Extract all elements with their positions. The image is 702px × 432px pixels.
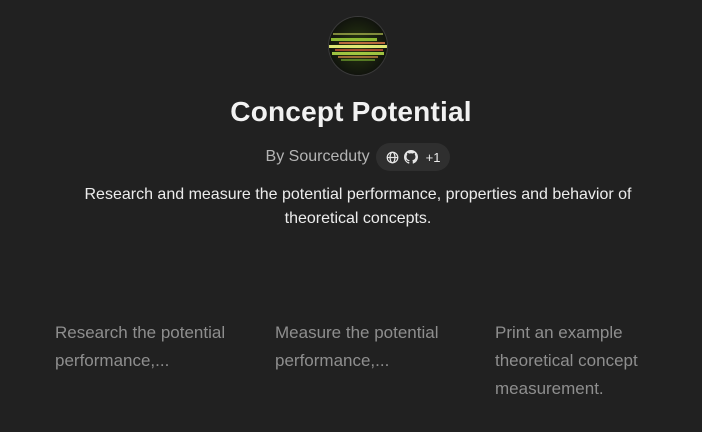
more-links-count: +1 xyxy=(425,149,441,165)
github-icon xyxy=(403,150,418,164)
starter-print-example[interactable]: Print an example theoretical concept mea… xyxy=(495,319,675,403)
starter-research[interactable]: Research the potential performance,... xyxy=(55,319,235,375)
starter-measure[interactable]: Measure the potential performance,... xyxy=(275,319,455,375)
conversation-starters: Research the potential performance,... M… xyxy=(55,319,695,432)
gpt-description: Research and measure the potential perfo… xyxy=(84,186,632,227)
gpt-avatar xyxy=(329,17,387,75)
gpt-byline: By Sourceduty +1 xyxy=(0,143,702,171)
globe-icon xyxy=(386,151,399,164)
links-pill[interactable]: +1 xyxy=(375,143,451,171)
gpt-title: Concept Potential xyxy=(230,96,472,127)
avatar-image xyxy=(329,17,387,75)
gpt-author: By Sourceduty xyxy=(265,148,370,165)
